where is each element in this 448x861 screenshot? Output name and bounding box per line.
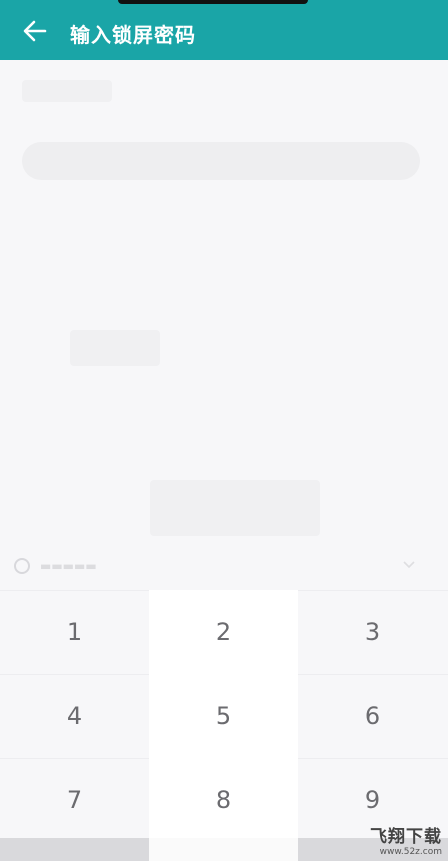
blurred-placeholder bbox=[22, 80, 112, 102]
watermark-url: www.52z.com bbox=[379, 847, 442, 857]
keypad-bottom-center bbox=[149, 838, 298, 861]
blurred-placeholder bbox=[150, 480, 320, 536]
key-6[interactable]: 6 bbox=[298, 674, 447, 758]
key-1[interactable]: 1 bbox=[0, 590, 149, 674]
screen-notch bbox=[118, 0, 308, 4]
key-7[interactable]: 7 bbox=[0, 758, 149, 842]
key-8[interactable]: 8 bbox=[149, 758, 298, 842]
blurred-placeholder bbox=[70, 330, 160, 366]
key-3[interactable]: 3 bbox=[298, 590, 447, 674]
key-4[interactable]: 4 bbox=[0, 674, 149, 758]
chevron-down-icon[interactable] bbox=[402, 557, 416, 571]
key-5[interactable]: 5 bbox=[149, 674, 298, 758]
keyboard-toolbar: ▬▬▬▬▬ bbox=[14, 553, 434, 579]
page-title: 输入锁屏密码 bbox=[70, 23, 196, 47]
watermark: 飞翔下载 www.52z.com bbox=[370, 829, 442, 857]
blurred-input-bar bbox=[22, 142, 420, 180]
key-2[interactable]: 2 bbox=[149, 590, 298, 674]
numeric-keypad: 1 2 3 4 5 6 7 8 9 bbox=[0, 590, 448, 861]
keyboard-toolbar-label: ▬▬▬▬▬ bbox=[40, 559, 97, 573]
arrow-left-icon bbox=[23, 20, 47, 42]
back-button[interactable] bbox=[20, 16, 50, 46]
watermark-title: 飞翔下载 bbox=[370, 827, 442, 847]
keyboard-logo-icon bbox=[14, 558, 30, 574]
app-bar: 输入锁屏密码 bbox=[0, 0, 448, 60]
